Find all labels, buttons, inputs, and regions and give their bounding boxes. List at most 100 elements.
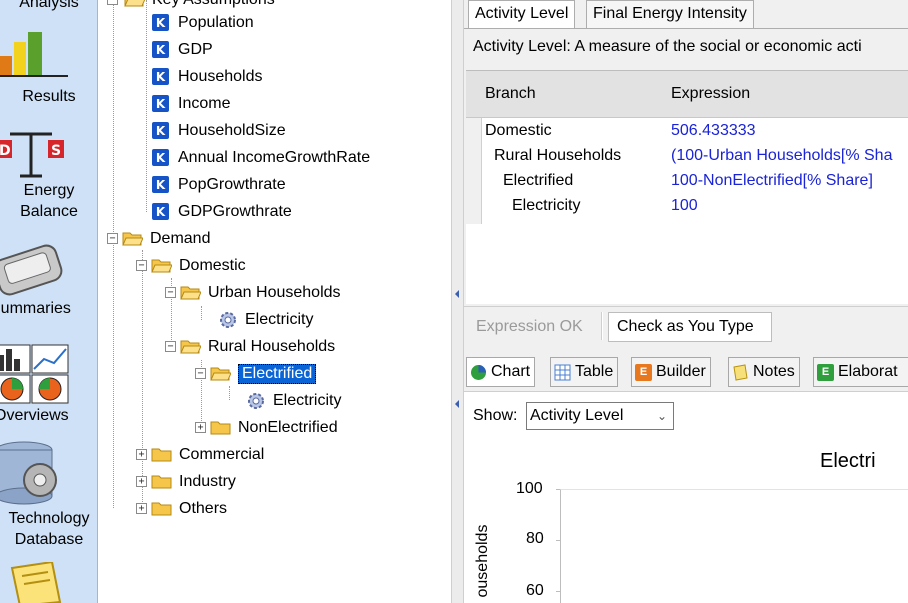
y-tick-label: 80	[526, 530, 544, 547]
key-variable-icon: K	[152, 149, 169, 166]
tree-node-households[interactable]: K Households	[152, 63, 263, 90]
grid-row-current[interactable]: Electricity 100	[466, 197, 908, 222]
tree-node-label: Electricity	[273, 391, 342, 409]
show-select[interactable]: Activity Level ⌄	[526, 402, 674, 430]
tree-node-electrified[interactable]: − Electrified	[195, 360, 317, 387]
folder-closed-icon	[151, 501, 172, 516]
grid-cell-expression[interactable]: (100-Urban Households[% Sha	[671, 147, 892, 165]
variable-description: Activity Level: A measure of the social …	[473, 38, 862, 55]
analysis-module[interactable]: Analysis	[0, 0, 97, 13]
expand-toggle[interactable]: +	[136, 449, 147, 460]
tree-node-label-selected: Electrified	[238, 363, 317, 384]
folder-open-icon	[151, 258, 173, 273]
plot-area	[560, 489, 908, 603]
tree-node-gdp[interactable]: K GDP	[152, 36, 213, 63]
y-tick-label: 100	[516, 480, 543, 497]
tree-node-householdsize[interactable]: K HouseholdSize	[152, 117, 286, 144]
column-header-expression[interactable]: Expression	[671, 85, 750, 103]
tab-elaboration[interactable]: E Elaborat	[813, 357, 908, 387]
tab-final-energy-intensity[interactable]: Final Energy Intensity	[586, 0, 754, 28]
notes-module[interactable]	[0, 562, 97, 603]
collapse-toggle[interactable]: −	[165, 341, 176, 352]
column-header-branch[interactable]: Branch	[485, 85, 536, 103]
tree-node-urban-electricity[interactable]: Electricity	[219, 306, 313, 333]
tree-node-label: Others	[179, 499, 228, 517]
overviews-label: Overviews	[0, 407, 69, 424]
technology-database-module[interactable]: Technology Database	[0, 440, 97, 550]
builder-e-icon: E	[635, 363, 652, 381]
energy-balance-label-line2: Balance	[20, 203, 78, 220]
grid-row[interactable]: Electrified 100-NonElectrified[% Share]	[466, 172, 908, 197]
collapse-toggle[interactable]: −	[136, 260, 147, 271]
tree-node-gdpgrowthrate[interactable]: K GDPGrowthrate	[152, 198, 292, 225]
expression-status-bar: Expression OK Check as You Type	[464, 306, 908, 346]
tree-node-domestic[interactable]: − Domestic	[136, 252, 246, 279]
expand-toggle[interactable]: +	[136, 476, 147, 487]
summaries-icon	[0, 244, 63, 296]
chevron-down-icon: ⌄	[656, 409, 667, 423]
tree-node-label: Demand	[150, 229, 211, 247]
summaries-module[interactable]: Summaries	[0, 242, 97, 319]
tree-node-industry[interactable]: + Industry	[136, 468, 236, 495]
grid-row[interactable]: Domestic 506.433333	[466, 122, 908, 147]
results-module[interactable]: Results	[0, 28, 97, 107]
collapse-left-arrow-icon[interactable]	[455, 400, 459, 408]
key-variable-icon: K	[152, 68, 169, 85]
elaboration-e-icon: E	[817, 363, 834, 381]
branch-tree: − Key Assumptions K Population K GDP K H…	[99, 0, 451, 603]
tree-node-population[interactable]: K Population	[152, 9, 254, 36]
folder-open-icon	[124, 0, 146, 7]
panel-splitter[interactable]	[451, 0, 464, 603]
energy-balance-module[interactable]: D S Energy Balance	[0, 128, 97, 222]
tree-node-label: Industry	[179, 472, 236, 490]
tree-node-label: Electricity	[245, 310, 314, 328]
collapse-toggle[interactable]: −	[195, 368, 206, 379]
check-as-you-type-button[interactable]: Check as You Type	[608, 312, 772, 342]
tab-table[interactable]: Table	[550, 357, 619, 387]
y-axis-label: ouseholds	[474, 524, 491, 598]
tab-builder[interactable]: E Builder	[631, 357, 711, 387]
expand-toggle[interactable]: +	[136, 503, 147, 514]
expression-status: Expression OK	[476, 318, 583, 335]
tree-node-nonelectrified[interactable]: + NonElectrified	[195, 414, 338, 441]
overviews-module[interactable]: Overviews	[0, 343, 97, 426]
tree-node-label: Domestic	[179, 256, 246, 274]
bar-chart-icon	[0, 32, 68, 77]
tree-node-commercial[interactable]: + Commercial	[136, 441, 264, 468]
tree-node-label: Annual IncomeGrowthRate	[178, 148, 371, 166]
tree-node-label: PopGrowthrate	[178, 175, 286, 193]
technology-database-label-line1: Technology	[8, 510, 90, 527]
tree-node-label: GDP	[178, 40, 213, 58]
tab-notes[interactable]: Notes	[728, 357, 800, 387]
chart-title: Electri	[820, 450, 876, 472]
collapse-toggle[interactable]: −	[107, 233, 118, 244]
expand-toggle[interactable]: +	[195, 422, 206, 433]
tree-node-label: HouseholdSize	[178, 121, 286, 139]
grid-cell-branch: Electricity	[512, 197, 581, 214]
tree-node-urban-households[interactable]: − Urban Households	[165, 279, 341, 306]
grid-cell-expression[interactable]: 100-NonElectrified[% Share]	[671, 172, 873, 190]
collapse-toggle[interactable]: −	[165, 287, 176, 298]
tree-node-income[interactable]: K Income	[152, 90, 230, 117]
folder-closed-icon	[151, 474, 172, 489]
tab-activity-level[interactable]: Activity Level	[468, 0, 576, 28]
tree-node-demand[interactable]: − Demand	[107, 225, 210, 252]
collapse-left-arrow-icon[interactable]	[455, 290, 459, 298]
tree-node-rural-households[interactable]: − Rural Households	[165, 333, 335, 360]
tree-node-others[interactable]: + Others	[136, 495, 227, 522]
tab-chart[interactable]: Chart	[466, 357, 536, 387]
grid-cell-expression[interactable]: 506.433333	[671, 122, 756, 140]
tree-node-key-assumptions-label: Key Assumptions	[152, 0, 275, 9]
key-variable-icon: K	[152, 41, 169, 58]
grid-cell-expression[interactable]: 100	[671, 197, 698, 215]
tree-node-electrified-electricity[interactable]: Electricity	[247, 387, 341, 414]
chart-area: Show: Activity Level ⌄ Electri ouseholds…	[464, 391, 908, 603]
tree-node-annual-incomegrowthrate[interactable]: K Annual IncomeGrowthRate	[152, 144, 370, 171]
results-label: Results	[22, 88, 76, 105]
technology-database-label-line2: Database	[14, 531, 84, 548]
grid-cell-branch: Domestic	[485, 122, 552, 139]
grid-row[interactable]: Rural Households (100-Urban Households[%…	[466, 147, 908, 172]
svg-text:D: D	[0, 143, 11, 159]
y-tick-label: 60	[526, 582, 544, 599]
tree-node-popgrowthrate[interactable]: K PopGrowthrate	[152, 171, 286, 198]
